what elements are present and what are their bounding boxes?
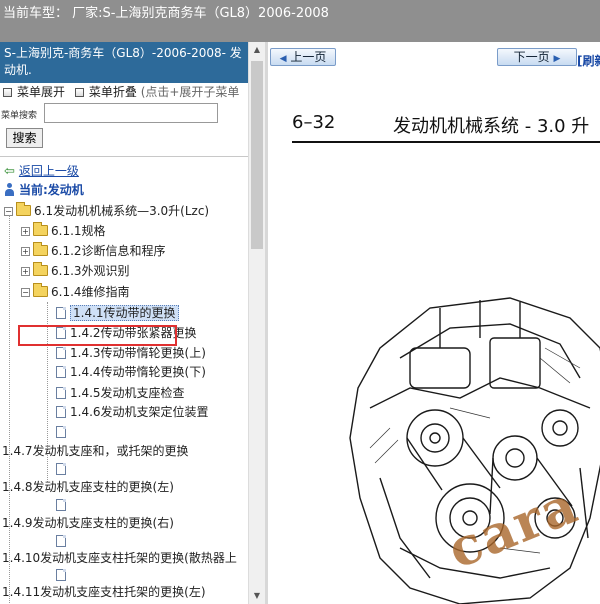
tree-orphan-label[interactable]: 1.4.11发动机支座支柱托架的更换(左) <box>2 583 206 602</box>
viewer-toolbar: ◀ 上一页 下一页 ▶ [刷新 <box>268 42 600 70</box>
tree-page-item[interactable] <box>56 460 70 479</box>
tree-page-item[interactable]: 1.4.6发动机支架定位装置 <box>56 403 209 422</box>
refresh-link[interactable]: [刷新 <box>577 52 600 69</box>
tree-page-item[interactable]: 1.4.3传动带惰轮更换(上) <box>56 344 206 363</box>
menu-expand-link[interactable]: 菜单展开 <box>17 85 65 99</box>
scroll-down-icon[interactable]: ▼ <box>249 588 265 604</box>
next-page-label: 下一页 <box>513 50 550 64</box>
tree-page-item[interactable]: 1.4.1传动带的更换 <box>56 304 179 323</box>
search-label: 菜单搜索 <box>1 111 38 121</box>
search-row: 菜单搜索 <box>0 102 248 124</box>
folder-icon <box>33 262 48 276</box>
tree-page-item[interactable]: 1.4.4传动带惰轮更换(下) <box>56 363 206 382</box>
tree-folder-item[interactable]: +6.1.1规格 <box>21 222 106 241</box>
right-arrow-icon: ▶ <box>553 54 561 64</box>
user-icon <box>4 183 15 196</box>
back-link[interactable]: 返回上一级 <box>19 164 79 178</box>
folder-open-icon <box>16 202 31 216</box>
tree-folder-label[interactable]: 6.1.1规格 <box>51 224 106 238</box>
back-arrow-icon: ⇦ <box>4 164 15 179</box>
tree-line <box>9 215 10 604</box>
collapse-toggle-icon[interactable]: − <box>21 288 30 297</box>
current-location: 当前:发动机 <box>19 183 84 197</box>
page-title: 发动机机械系统 - 3.0 升 <box>393 116 590 137</box>
search-button[interactable]: 搜索 <box>6 128 43 148</box>
divider-line <box>0 156 248 157</box>
search-input[interactable] <box>44 103 218 123</box>
page-icon <box>56 387 66 399</box>
sidebar-scrollbar[interactable]: ▲ ▼ <box>248 42 265 604</box>
folder-icon <box>33 242 48 256</box>
tree-folder-item-active[interactable]: − 6.1.4维修指南 <box>21 283 130 302</box>
left-sidebar: S-上海别克-商务车（GL8）-2006-2008- 发动机. 菜单展开 菜单折… <box>0 42 248 604</box>
collapse-icon[interactable] <box>74 88 84 97</box>
title-rule <box>292 141 600 143</box>
folder-icon <box>33 222 48 236</box>
prev-page-label: 上一页 <box>290 50 327 64</box>
page-icon <box>56 406 66 418</box>
page-icon <box>56 535 66 547</box>
tree-orphan-label[interactable]: 1.4.10发动机支座支柱托架的更换(散热器上 <box>2 549 237 568</box>
back-row[interactable]: ⇦ 返回上一级 <box>4 162 79 181</box>
tree-orphan-label[interactable]: 1.4.9发动机支座支柱的更换(右) <box>2 514 174 533</box>
tree-orphan-label[interactable]: 1.4.7发动机支座和，或托架的更换 <box>2 442 189 461</box>
tree-page-label[interactable]: 1.4.5发动机支座检查 <box>70 386 185 400</box>
menu-collapse-link[interactable]: 菜单折叠 <box>89 85 137 99</box>
prev-page-button[interactable]: ◀ 上一页 <box>270 48 336 66</box>
tree-page-label[interactable]: 1.4.4传动带惰轮更换(下) <box>70 365 206 379</box>
left-arrow-icon: ◀ <box>279 54 287 64</box>
expand-toggle-icon[interactable]: + <box>21 267 30 276</box>
page-number: 6–32 <box>292 112 336 133</box>
tree-page-item[interactable]: 1.4.5发动机支座检查 <box>56 384 185 403</box>
document-viewer: ◀ 上一页 下一页 ▶ [刷新 6–32 发动机机械系统 - 3.0 升 <box>268 42 600 604</box>
tree-root-label[interactable]: 6.1发动机机械系统—3.0升(Lzc) <box>34 204 209 218</box>
menu-toggle-row: 菜单展开 菜单折叠 (点击+展开子菜单 <box>0 83 248 102</box>
next-page-button[interactable]: 下一页 ▶ <box>497 48 577 66</box>
highlight-annotation <box>18 325 177 346</box>
tree-orphan-label[interactable]: 1.4.8发动机支座支柱的更换(左) <box>2 478 174 497</box>
page-icon <box>56 463 66 475</box>
folder-open-icon <box>33 283 48 297</box>
tree-page-item[interactable] <box>56 496 70 515</box>
expand-toggle-icon[interactable]: + <box>21 247 30 256</box>
scroll-thumb[interactable] <box>251 61 263 249</box>
tree-folder-label[interactable]: 6.1.2诊断信息和程序 <box>51 244 166 258</box>
tree-folder-label[interactable]: 6.1.3外观识别 <box>51 264 130 278</box>
sidebar-title: S-上海别克-商务车（GL8）-2006-2008- 发动机. <box>0 42 248 83</box>
tree-folder-item[interactable]: +6.1.2诊断信息和程序 <box>21 242 166 261</box>
page-icon <box>56 347 66 359</box>
menu-hint: (点击+展开子菜单 <box>140 85 240 99</box>
tree-page-label[interactable]: 1.4.3传动带惰轮更换(上) <box>70 346 206 360</box>
tree-page-label[interactable]: 1.4.6发动机支架定位装置 <box>70 405 209 419</box>
tree-folder-label[interactable]: 6.1.4维修指南 <box>51 285 130 299</box>
page-icon <box>56 426 66 438</box>
page-icon <box>56 307 66 319</box>
page-icon <box>56 569 66 581</box>
scroll-up-icon[interactable]: ▲ <box>249 42 265 58</box>
page-icon <box>56 366 66 378</box>
current-row: 当前:发动机 <box>4 181 84 200</box>
tree-folder-item[interactable]: +6.1.3外观识别 <box>21 262 130 281</box>
top-bar: 当前车型： 厂家:S-上海别克商务车（GL8）2006-2008 <box>0 0 600 42</box>
expand-icon[interactable] <box>3 88 12 97</box>
page-icon <box>56 499 66 511</box>
tree-root[interactable]: −6.1发动机机械系统—3.0升(Lzc) <box>4 202 209 221</box>
expand-toggle-icon[interactable]: + <box>21 227 30 236</box>
tree-page-item[interactable] <box>56 423 70 442</box>
current-model-text: 当前车型： 厂家:S-上海别克商务车（GL8）2006-2008 <box>3 6 329 21</box>
tree-page-label-selected[interactable]: 1.4.1传动带的更换 <box>70 305 179 321</box>
